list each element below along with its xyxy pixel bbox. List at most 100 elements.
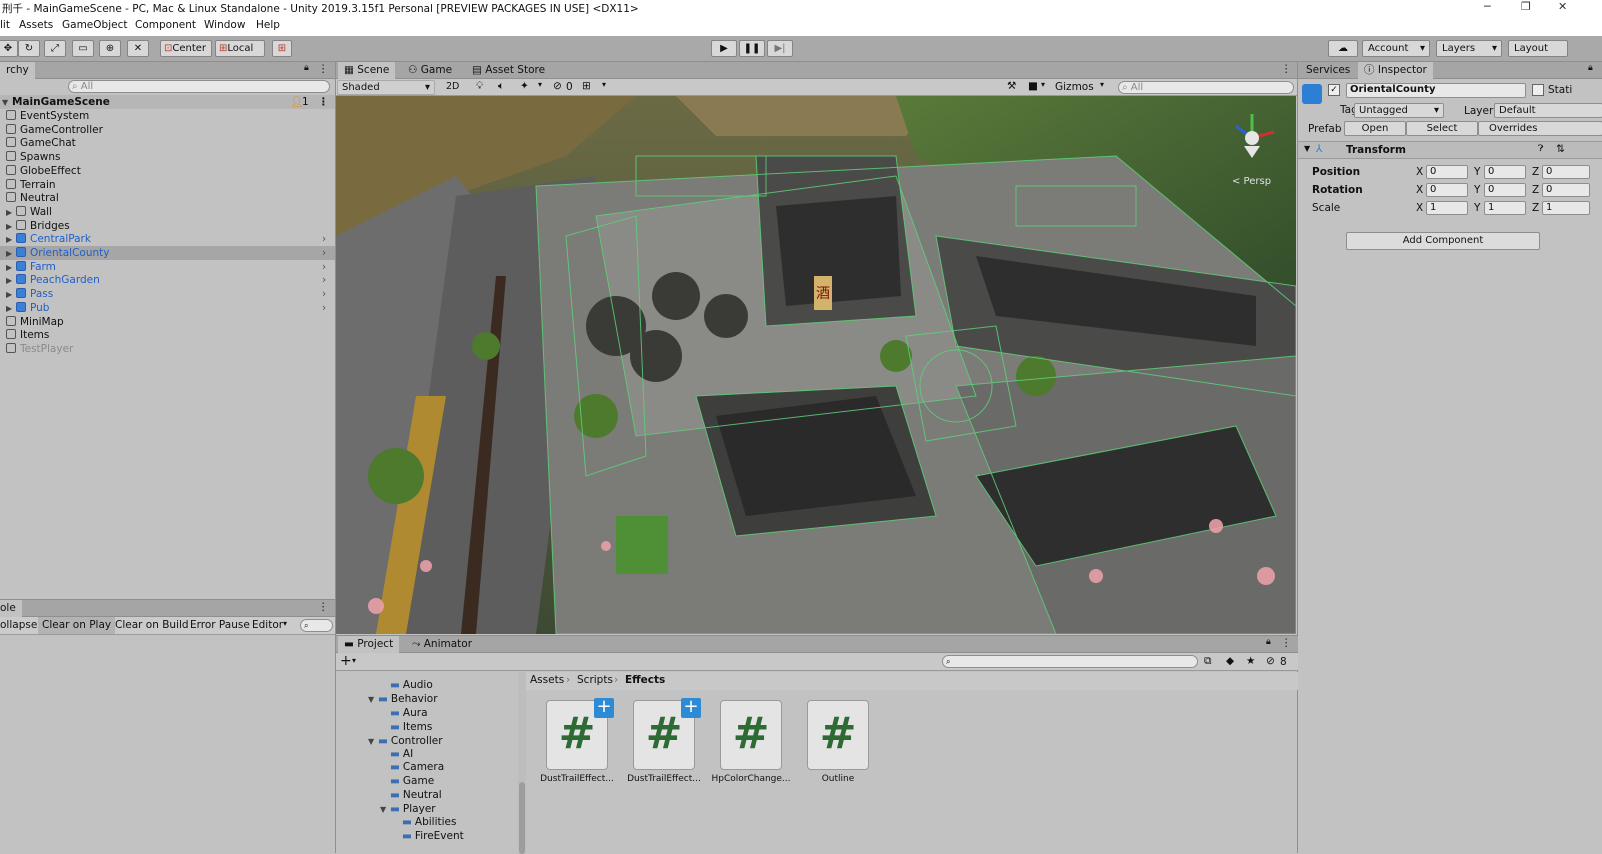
chevron-right-icon[interactable]: › [322, 232, 326, 246]
kebab-menu-icon[interactable]: ⋮ [318, 63, 329, 75]
position-field[interactable]: 0 [1484, 165, 1526, 179]
script-asset-dusttrail-1[interactable]: # + DustTrailEffect... [540, 698, 614, 784]
kebab-menu-icon[interactable]: ⋮ [318, 95, 329, 109]
perspective-label[interactable]: < Persp [1232, 176, 1271, 187]
expand-arrow-icon[interactable]: ▼ [368, 735, 378, 749]
rotation-field[interactable]: 0 [1542, 183, 1590, 197]
lock-icon[interactable]: 🔒︎ [1266, 637, 1271, 647]
play-button[interactable]: ▶ [711, 40, 737, 57]
tab-hierarchy[interactable]: rchy [0, 62, 35, 79]
menu-help[interactable]: Help [256, 19, 280, 31]
transform-tool-icon[interactable]: ⊕ [99, 40, 121, 57]
rotation-field[interactable]: 0 [1484, 183, 1526, 197]
folder-item[interactable]: ▬ Neutral [380, 788, 442, 802]
scene-search-input[interactable]: ⌕ All [1118, 81, 1294, 94]
close-icon[interactable]: ✕ [1558, 0, 1567, 13]
hierarchy-item[interactable]: ▶ CentralPark › [0, 232, 335, 246]
tab-game[interactable]: ⚇ Game [402, 62, 458, 79]
clear-on-build-button[interactable]: Clear on Build [115, 619, 189, 631]
search-by-label-icon[interactable]: ◆ [1226, 655, 1234, 667]
folder-item[interactable]: ▬ AI [380, 747, 413, 761]
hidden-objects-icon[interactable]: ⊘ [553, 80, 562, 92]
chevron-right-icon[interactable]: › [322, 273, 326, 287]
tab-inspector[interactable]: ⓘ Inspector [1358, 62, 1433, 79]
menu-assets[interactable]: Assets [19, 19, 53, 31]
chevron-right-icon[interactable]: › [322, 246, 326, 260]
grid-icon[interactable]: ⊞ [582, 80, 591, 92]
project-search-input[interactable]: ⌕ [942, 655, 1198, 668]
hierarchy-item[interactable]: ▶ OrientalCounty › [0, 246, 335, 260]
folder-scrollbar[interactable] [518, 672, 526, 854]
prefab-overrides-dropdown[interactable]: Overrides [1478, 121, 1602, 136]
folder-item[interactable]: ▬ Aura [380, 706, 428, 720]
hierarchy-item[interactable]: Neutral [0, 191, 335, 205]
expand-arrow-icon[interactable]: ▼ [380, 803, 390, 817]
folder-item[interactable]: ▬ FireEvent [392, 829, 464, 843]
hierarchy-item[interactable]: Spawns [0, 150, 335, 164]
script-asset-dusttrail-2[interactable]: # + DustTrailEffect... [627, 698, 701, 784]
hierarchy-item[interactable]: ▶ Pass › [0, 287, 335, 301]
pause-button[interactable]: ❚❚ [739, 40, 765, 57]
grid-snap-icon[interactable]: ⊞ [272, 40, 292, 57]
hierarchy-item[interactable]: GlobeEffect [0, 164, 335, 178]
hierarchy-item[interactable]: Items [0, 328, 335, 342]
shading-mode-dropdown[interactable]: Shaded ▾ [337, 80, 435, 95]
chevron-right-icon[interactable]: › [322, 260, 326, 274]
rect-tool-icon[interactable]: ▭ [72, 40, 94, 57]
chevron-right-icon[interactable]: › [322, 287, 326, 301]
audio-icon[interactable]: 🔈︎ [498, 80, 504, 93]
folder-item[interactable]: ▬ Camera [380, 760, 444, 774]
presets-icon[interactable]: ⇅ [1556, 143, 1565, 155]
hierarchy-item[interactable]: ▶ Farm › [0, 260, 335, 274]
tab-console[interactable]: ole [0, 600, 22, 617]
hierarchy-item[interactable]: Terrain [0, 178, 335, 192]
favorite-star-icon[interactable]: ★ [1246, 655, 1255, 667]
effects-icon[interactable]: ✦ [520, 80, 529, 92]
active-checkbox[interactable]: ✓ [1328, 84, 1340, 96]
2d-toggle-button[interactable]: 2D [446, 81, 459, 92]
folder-item[interactable]: ▬ Audio [380, 678, 433, 692]
hierarchy-item[interactable]: ▶ Bridges [0, 219, 335, 233]
layer-dropdown[interactable]: Default [1494, 103, 1602, 118]
create-plus-icon[interactable]: + [340, 653, 352, 669]
folder-item[interactable]: ▬ Items [380, 720, 432, 734]
prefab-open-button[interactable]: Open [1344, 121, 1406, 136]
step-button[interactable]: ▶| [767, 40, 793, 57]
tab-scene[interactable]: ▦ Scene [338, 62, 396, 79]
editor-dropdown[interactable]: Editor [252, 619, 283, 631]
tab-asset-store[interactable]: ▤ Asset Store [466, 62, 551, 79]
lock-icon[interactable]: 🔒︎ [304, 63, 309, 73]
tab-animator[interactable]: ⤳ Animator [406, 636, 478, 653]
script-asset-outline[interactable]: # Outline [807, 700, 869, 784]
scale-field[interactable]: 1 [1426, 201, 1468, 215]
menu-edit[interactable]: lit [0, 19, 10, 31]
account-dropdown[interactable]: Account ▾ [1362, 40, 1430, 57]
move-tool-icon[interactable]: ✥ [0, 40, 18, 57]
kebab-menu-icon[interactable]: ⋮ [1281, 637, 1292, 649]
chevron-right-icon[interactable]: › [322, 301, 326, 315]
menu-gameobject[interactable]: GameObject [62, 19, 127, 31]
folder-item[interactable]: ▼ ▬ Player [380, 802, 436, 816]
breadcrumb-effects[interactable]: Effects [625, 674, 665, 686]
scrollbar-thumb[interactable] [519, 782, 525, 854]
position-field[interactable]: 0 [1542, 165, 1590, 179]
breadcrumb-assets[interactable]: Assets [530, 674, 564, 686]
lighting-icon[interactable]: 💡︎ [476, 80, 483, 93]
hierarchy-item[interactable]: ▶ Pub › [0, 301, 335, 315]
minimize-icon[interactable]: ─ [1484, 0, 1491, 13]
scale-field[interactable]: 1 [1484, 201, 1526, 215]
folder-item[interactable]: ▼ ▬ Controller [368, 734, 443, 748]
hierarchy-item[interactable]: GameChat [0, 136, 335, 150]
add-component-button[interactable]: Add Component [1346, 232, 1540, 250]
rotate-tool-icon[interactable]: ↻ [18, 40, 40, 57]
pivot-center-button[interactable]: ⊡Center [160, 40, 212, 57]
scale-field[interactable]: 1 [1542, 201, 1590, 215]
hierarchy-search-input[interactable]: ⌕ All [68, 80, 330, 93]
console-search-input[interactable]: ⌕ [300, 619, 333, 632]
hidden-packages-icon[interactable]: ⊘ [1266, 655, 1275, 667]
script-asset-hpcolorchange[interactable]: # HpColorChange... [711, 700, 791, 784]
rotation-field[interactable]: 0 [1426, 183, 1468, 197]
gizmos-dropdown[interactable]: Gizmos [1055, 81, 1094, 93]
static-checkbox[interactable] [1532, 84, 1544, 96]
layers-dropdown[interactable]: Layers ▾ [1436, 40, 1502, 57]
